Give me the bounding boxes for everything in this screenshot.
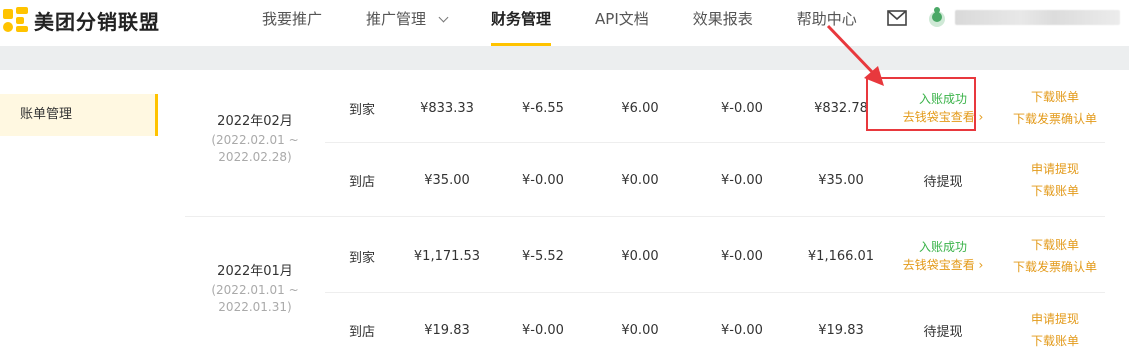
- table-row: 到店 ¥35.00 ¥-0.00 ¥0.00 ¥-0.00 ¥35.00 待提现…: [325, 142, 1105, 218]
- bill-deduction: ¥-0.00: [522, 172, 564, 188]
- download-bill-link[interactable]: 下载账单: [1031, 180, 1079, 202]
- bill-actions: 申请提现 下载账单: [1005, 292, 1105, 361]
- nav-item-reports[interactable]: 效果报表: [671, 0, 775, 46]
- nav-label: 财务管理: [491, 10, 552, 28]
- nav-label: 我要推广: [262, 10, 323, 28]
- logo[interactable]: 美团分销联盟: [2, 6, 160, 34]
- table-row: 到店 ¥19.83 ¥-0.00 ¥0.00 ¥-0.00 ¥19.83 待提现…: [325, 292, 1105, 361]
- bill-amount: ¥1,171.53: [413, 248, 481, 264]
- logo-icon: [2, 6, 30, 34]
- bill-status: 待提现: [883, 292, 1003, 361]
- bill-amount: ¥19.83: [424, 322, 470, 338]
- download-bill-link[interactable]: 下载账单: [1031, 234, 1079, 256]
- nav-label: 推广管理: [366, 10, 427, 28]
- sidebar: 账单管理: [0, 70, 170, 361]
- bill-period: 2022年02月 (2022.02.01 ~ 2022.02.28): [185, 112, 325, 166]
- bill-adjustment: ¥0.00: [621, 322, 659, 338]
- sidebar-item-label: 账单管理: [20, 107, 73, 122]
- bill-status: 入账成功 去钱袋宝查看 ›: [883, 218, 1003, 294]
- bill-actions: 下载账单 下载发票确认单: [1005, 218, 1105, 294]
- bill-net: ¥1,166.01: [807, 248, 875, 264]
- bill-deduction: ¥-6.55: [522, 100, 564, 116]
- nav-item-finance[interactable]: 财务管理: [469, 0, 573, 46]
- header-separator-band: [0, 46, 1129, 70]
- bill-type: 到店: [349, 324, 376, 340]
- table-row: 到家 ¥833.33 ¥-6.55 ¥6.00 ¥-0.00 ¥832.78 入…: [325, 70, 1105, 146]
- download-bill-link[interactable]: 下载账单: [1031, 86, 1079, 108]
- bill-adjustment: ¥0.00: [621, 248, 659, 264]
- bill-range-start: (2022.01.01 ~: [211, 283, 299, 297]
- app-name: 美团分销联盟: [34, 9, 160, 34]
- download-invoice-confirmation-link[interactable]: 下载发票确认单: [1013, 108, 1097, 130]
- bill-type: 到家: [349, 102, 376, 118]
- nav-item-promote[interactable]: 我要推广: [240, 0, 344, 46]
- bill-actions: 申请提现 下载账单: [1005, 142, 1105, 218]
- bill-fee: ¥-0.00: [721, 100, 763, 116]
- table-row: 到家 ¥1,171.53 ¥-5.52 ¥0.00 ¥-0.00 ¥1,166.…: [325, 218, 1105, 294]
- bill-status: 待提现: [883, 142, 1003, 218]
- bill-group: 2022年01月 (2022.01.01 ~ 2022.01.31) 到家 ¥1…: [185, 218, 1105, 361]
- bill-actions: 下载账单 下载发票确认单: [1005, 70, 1105, 146]
- bill-range-end: 2022.02.28): [218, 150, 292, 164]
- status-text: 入账成功: [918, 240, 967, 254]
- status-text: 待提现: [923, 174, 963, 190]
- sidebar-item-bill-management[interactable]: 账单管理: [0, 94, 158, 136]
- nav-item-promotion-management[interactable]: 推广管理: [344, 0, 469, 46]
- bill-net: ¥19.83: [818, 322, 864, 338]
- group-divider: [185, 216, 1105, 217]
- nav-item-api-docs[interactable]: API文档: [573, 0, 671, 46]
- download-bill-link[interactable]: 下载账单: [1031, 330, 1079, 352]
- bill-deduction: ¥-0.00: [522, 322, 564, 338]
- bill-deduction: ¥-5.52: [522, 248, 564, 264]
- bill-period: 2022年01月 (2022.01.01 ~ 2022.01.31): [185, 262, 325, 316]
- apply-withdrawal-link[interactable]: 申请提现: [1031, 308, 1079, 330]
- bill-range-end: 2022.01.31): [218, 300, 292, 314]
- bill-type: 到家: [349, 250, 376, 266]
- bill-amount: ¥833.33: [420, 100, 474, 116]
- apply-withdrawal-link[interactable]: 申请提现: [1031, 158, 1079, 180]
- annotation-arrow-icon: [826, 24, 884, 86]
- bill-range-start: (2022.02.01 ~: [211, 133, 299, 147]
- username-blurred[interactable]: [955, 10, 1120, 25]
- top-bar: 美团分销联盟 我要推广 推广管理 财务管理 API文档 效果报表 帮助中心: [0, 0, 1129, 46]
- download-invoice-confirmation-link[interactable]: 下载发票确认单: [1013, 256, 1097, 278]
- bill-type: 到店: [349, 174, 376, 190]
- status-text: 待提现: [923, 324, 963, 340]
- bill-adjustment: ¥6.00: [621, 100, 659, 116]
- bill-net: ¥35.00: [818, 172, 864, 188]
- bill-fee: ¥-0.00: [721, 322, 763, 338]
- main-nav: 我要推广 推广管理 财务管理 API文档 效果报表 帮助中心: [240, 0, 879, 46]
- nav-label: 效果报表: [692, 10, 753, 28]
- bill-month: 2022年01月: [217, 264, 293, 279]
- bill-month: 2022年02月: [217, 114, 293, 129]
- chevron-down-icon: [438, 12, 449, 23]
- bill-fee: ¥-0.00: [721, 172, 763, 188]
- bill-adjustment: ¥0.00: [621, 172, 659, 188]
- nav-label: API文档: [595, 10, 649, 28]
- wallet-view-link[interactable]: 去钱袋宝查看 ›: [903, 256, 984, 274]
- bill-fee: ¥-0.00: [721, 248, 763, 264]
- user-avatar-icon[interactable]: [928, 6, 946, 28]
- bill-amount: ¥35.00: [424, 172, 470, 188]
